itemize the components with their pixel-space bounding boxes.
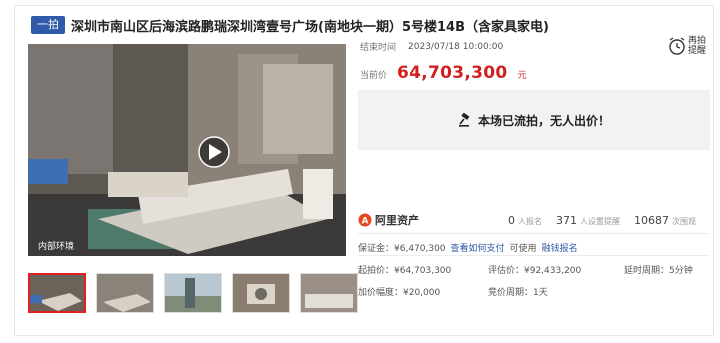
thumbnail-2[interactable]	[96, 273, 154, 313]
ali-assets-brand[interactable]: A 阿里资产	[358, 212, 508, 228]
gavel-icon	[458, 113, 470, 127]
reminders-label: 人设置提醒	[580, 216, 620, 226]
views-stat: 10687 次围观	[634, 214, 696, 227]
appraisal-price: 评估价：¥92,433,200	[488, 266, 582, 276]
delay-period: 延时周期：5分钟	[624, 266, 693, 276]
thumbnail-3[interactable]	[164, 273, 222, 313]
signups-label: 人报名	[518, 216, 542, 226]
auction-type-tag: 一拍	[31, 16, 65, 34]
bedroom-photo: 内部环境	[28, 44, 346, 256]
status-text: 本场已流拍，无人出价！	[477, 113, 610, 128]
price-row: 当前价 64,703,300 元	[360, 63, 527, 83]
views-count: 10687	[634, 213, 669, 227]
end-time-label: 结束时间	[360, 43, 397, 53]
ali-assets-logo-icon: A	[358, 213, 372, 227]
remind-button[interactable]: 再拍提醒	[668, 34, 712, 58]
financing-signup-link[interactable]: 融钱报名	[542, 241, 578, 254]
signups-stat: 0 人报名	[508, 214, 542, 227]
can-use-text: 可使用	[509, 244, 537, 254]
image-caption: 内部环境	[38, 240, 74, 252]
main-image[interactable]: 内部环境	[28, 44, 346, 256]
alarm-clock-icon	[669, 37, 685, 55]
svg-text:A: A	[362, 217, 369, 227]
start-price: 起拍价：¥64,703,300	[358, 266, 452, 276]
current-price: 64,703,300	[397, 63, 508, 83]
reminders-count: 371	[556, 213, 577, 227]
brand-name: 阿里资产	[375, 214, 419, 227]
bidding-cycle: 竞价周期：1天	[488, 288, 548, 298]
thumbnail-1[interactable]	[28, 273, 86, 313]
price-label: 当前价	[360, 71, 388, 81]
page-title: 深圳市南山区后海滨路鹏瑞深圳湾壹号广场(南地块一期）5号楼14B（含家具家电)	[71, 19, 549, 35]
auction-status-box: 本场已流拍，无人出价！	[358, 90, 710, 150]
remind-label: 再拍提醒	[688, 36, 707, 56]
divider	[358, 233, 710, 234]
bid-increment: 加价幅度：¥20,000	[358, 288, 441, 298]
thumbnail-5[interactable]	[300, 273, 358, 313]
thumbnail-4[interactable]	[232, 273, 290, 313]
stats-row: A 阿里资产 0 人报名 371 人设置提醒 10687 次围观	[358, 211, 710, 229]
views-label: 次围观	[672, 216, 696, 226]
reminders-stat: 371 人设置提醒	[556, 214, 620, 227]
end-time-value: 2023/07/18 10:00:00	[408, 41, 504, 52]
divider	[358, 255, 710, 256]
thumbnail-strip	[28, 273, 358, 313]
title-row: 一拍 深圳市南山区后海滨路鹏瑞深圳湾壹号广场(南地块一期）5号楼14B（含家具家…	[31, 15, 549, 35]
how-to-pay-link[interactable]: 查看如何支付	[451, 241, 505, 254]
signups-count: 0	[508, 213, 515, 227]
price-unit: 元	[517, 71, 527, 81]
deposit-label: 保证金：¥6,470,300	[358, 244, 446, 254]
end-time-row: 结束时间 2023/07/18 10:00:00	[360, 40, 504, 54]
deposit-row: 保证金：¥6,470,300 查看如何支付 可使用 融钱报名	[358, 241, 578, 254]
